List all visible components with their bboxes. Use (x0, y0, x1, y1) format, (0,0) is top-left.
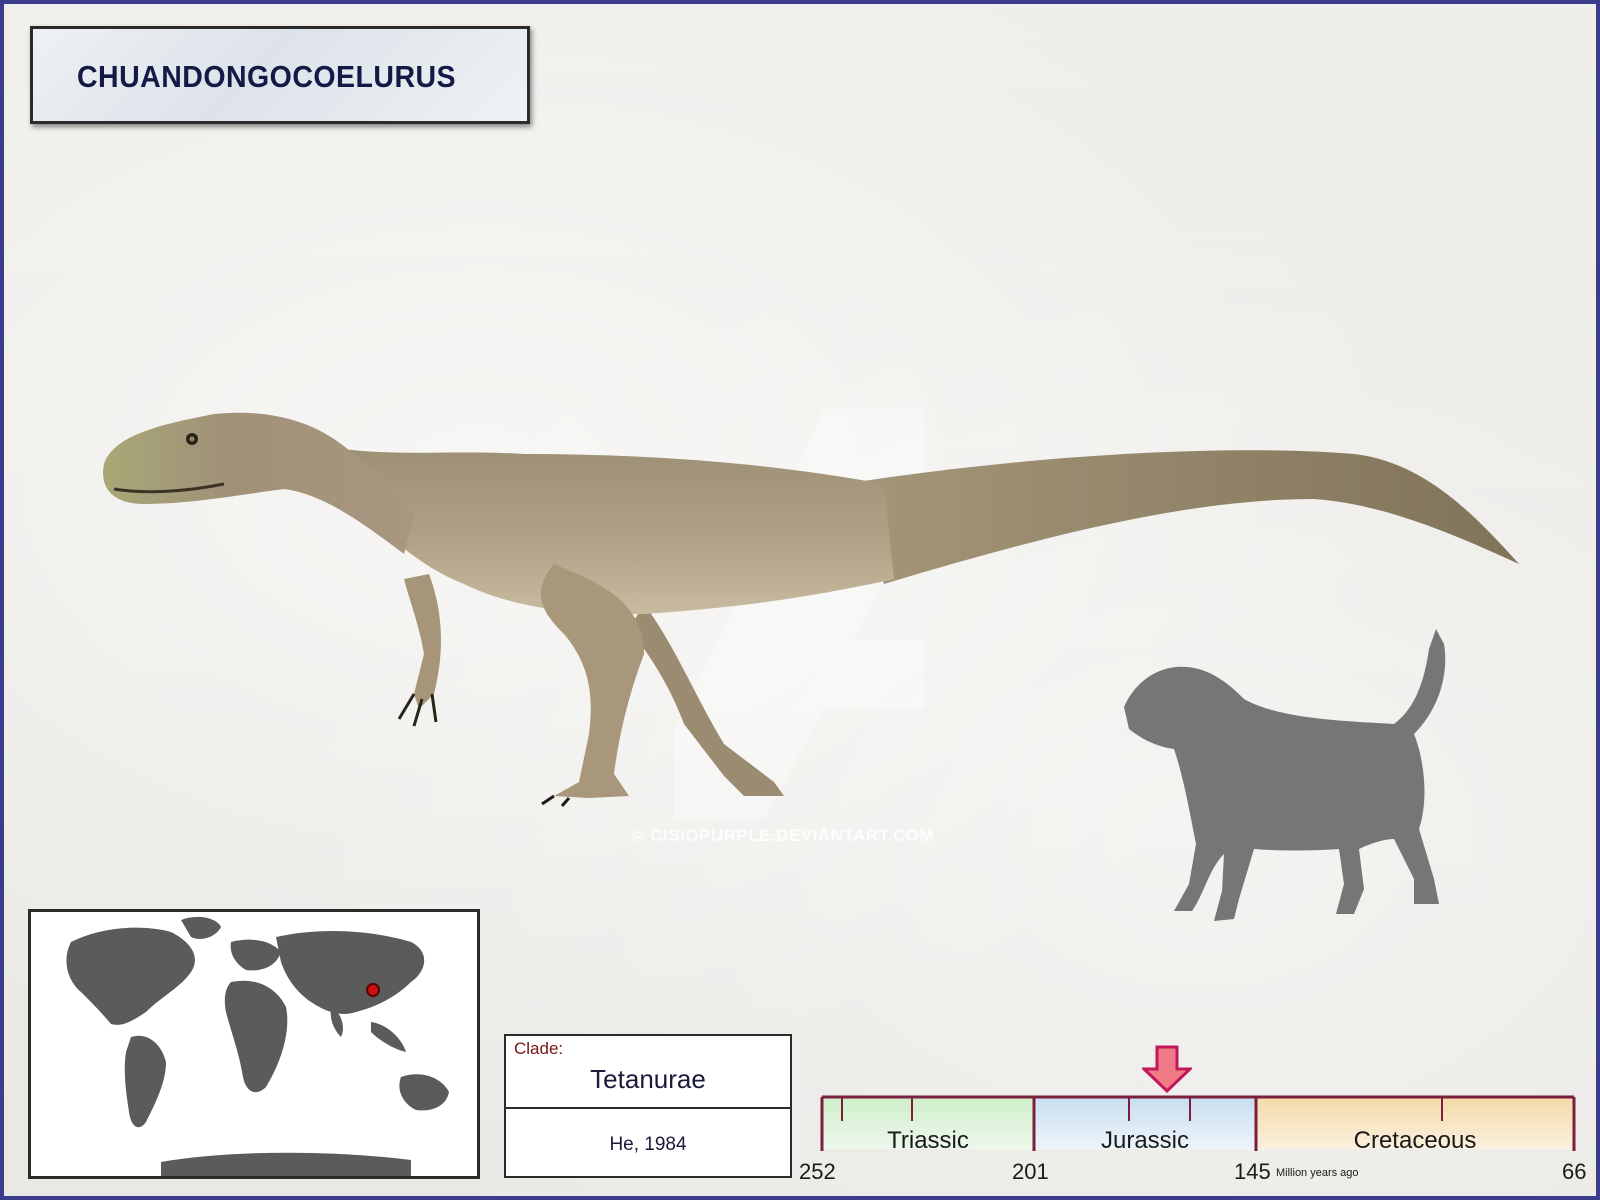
period-label-triassic: Triassic (887, 1127, 969, 1154)
timeline-axis (820, 1095, 1576, 1151)
watermark-text: © CISIOPURPLE.DEVIANTART.COM (632, 826, 935, 845)
poster-frame: CHUANDONGOCOELURUS © CISIOPURPLE.DEVIANT… (0, 0, 1600, 1200)
tick-label-252: 252 (799, 1159, 836, 1184)
clade-name: Tetanurae (590, 1064, 706, 1094)
species-title: CHUANDONGOCOELURUS (77, 59, 457, 94)
tick-label-145: 145 (1234, 1159, 1271, 1184)
tick-label-201: 201 (1012, 1159, 1049, 1184)
clade-divider (506, 1107, 790, 1109)
period-label-jurassic: Jurassic (1100, 1127, 1190, 1154)
geologic-timeline: Triassic Jurassic Cretaceous 252 201 145… (794, 1039, 1599, 1189)
title-plate: CHUANDONGOCOELURUS (30, 26, 530, 124)
dog-silhouette-icon (1124, 629, 1446, 921)
timeline-unit: Million years ago (1276, 1167, 1359, 1179)
location-map (28, 909, 480, 1179)
period-label-cretaceous: Cretaceous (1353, 1127, 1477, 1154)
clade-label: Clade: (514, 1039, 564, 1058)
clade-author: He, 1984 (609, 1134, 687, 1155)
world-map-icon (66, 916, 449, 1176)
location-pin-icon (366, 983, 380, 997)
clade-panel: Clade: Tetanurae He, 1984 (504, 1034, 792, 1178)
tick-label-66: 66 (1562, 1159, 1587, 1184)
